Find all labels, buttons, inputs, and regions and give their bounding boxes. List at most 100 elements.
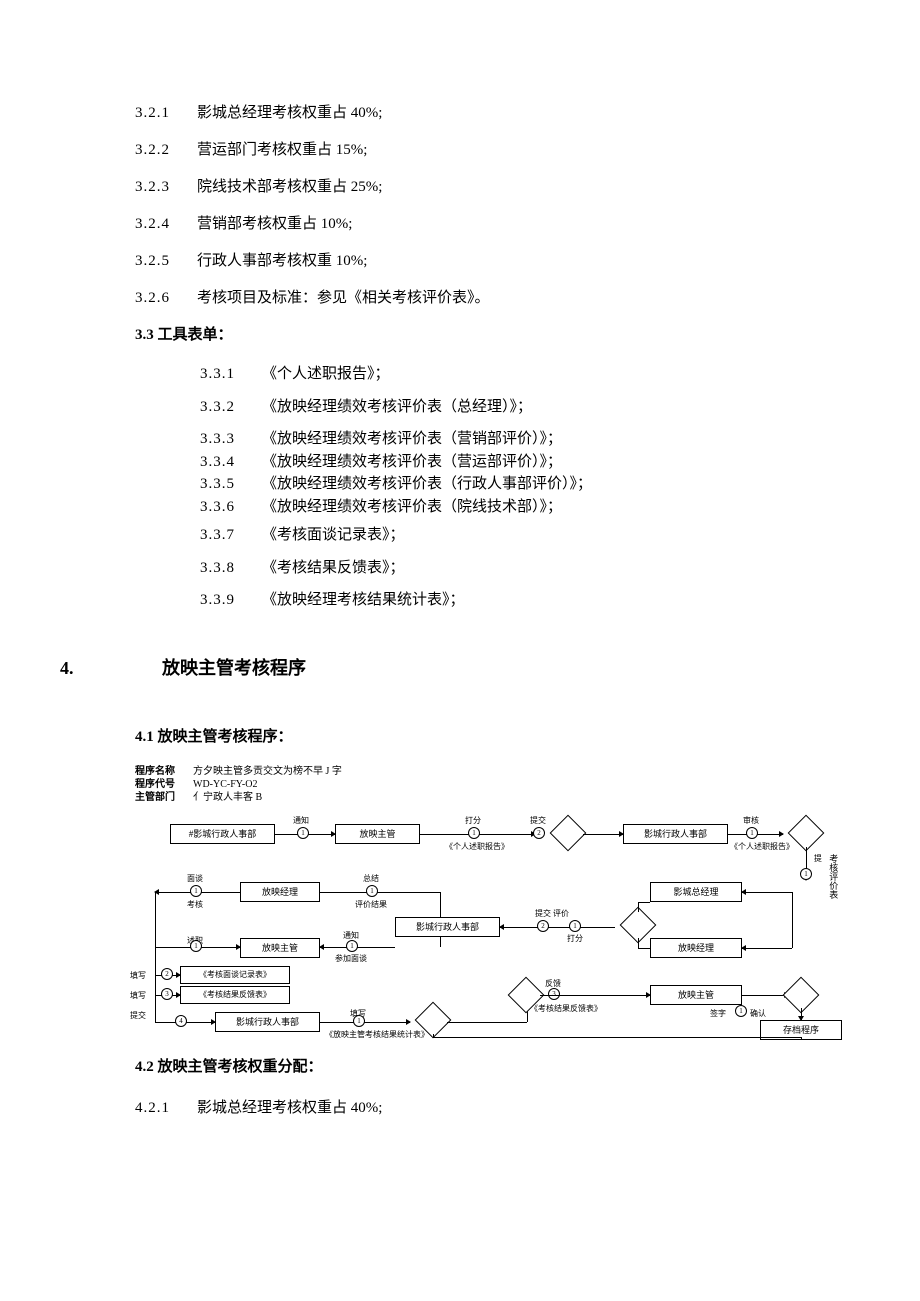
- item-text: 院线技术部考核权重占 25%;: [197, 174, 860, 201]
- fc-arrow: [742, 892, 792, 893]
- val-program-code: WD-YC-FY-O2: [193, 778, 342, 791]
- fc-circ-1g: 1: [569, 920, 581, 932]
- item-3-3-9: 3.3.9 《放映经理考核结果统计表》；: [60, 589, 860, 612]
- fc-box-r1b1: #影城行政人事部: [170, 824, 275, 844]
- fc-circ-2b: 2: [537, 920, 549, 932]
- fc-circ-1k: 1: [735, 1005, 747, 1017]
- item-text: 《考核面谈记录表》；: [262, 524, 860, 547]
- fc-line: [320, 892, 440, 893]
- item-3-3-3: 3.3.3 《放映经理绩效考核评价表（营销部评价）》；: [60, 428, 860, 451]
- flowchart-diagram: 程序名称 程序代号 主管部门 方夕映主管多贡交文为榜不早 J 字 WD-YC-F…: [135, 765, 855, 1042]
- item-num: 3.2.6: [135, 285, 197, 312]
- fc-label-tijv: 提: [810, 854, 824, 862]
- fc-arrow: [742, 948, 792, 949]
- section-title: 放映主管考核程序: [162, 652, 306, 684]
- item-3-2-5: 3.2.5 行政人事部考核权重 10%;: [60, 248, 860, 275]
- item-num: 3.2.2: [135, 137, 197, 164]
- fc-box-r2b1: 放映经理: [240, 882, 320, 902]
- item-3-3-5: 3.3.5 《放映经理绩效考核评价表（行政人事部评价）》；: [60, 473, 860, 496]
- item-num: 3.2.5: [135, 248, 197, 275]
- val-program-name: 方夕映主管多贡交文为榜不早 J 字: [193, 765, 342, 778]
- fc-arrow: [540, 995, 650, 996]
- item-3-2-6: 3.2.6 考核项目及标准：参见《相关考核评价表》。: [60, 285, 860, 312]
- item-num: 3.3.4: [200, 451, 262, 474]
- fc-label-pjb: 考核评价表: [825, 854, 841, 899]
- item-text: 考核项目及标准：参见《相关考核评价表》。: [197, 285, 860, 312]
- fc-label-pingjia: 评价结果: [355, 898, 387, 912]
- section-4-header: 4. 放映主管考核程序: [60, 652, 860, 684]
- section-3-3-items: 3.3.1 《个人述职报告》； 3.3.2 《放映经理绩效考核评价表（总经理）》…: [60, 363, 860, 612]
- item-num: 3.3.2: [200, 396, 262, 419]
- fc-circ-2: 2: [533, 827, 545, 839]
- item-3-2-4: 3.2.4 营销部考核权重占 10%;: [60, 211, 860, 238]
- fc-label-jieguotongji: 《放映主管考核结果统计表》: [325, 1028, 429, 1042]
- item-3-3-7: 3.3.7 《考核面谈记录表》；: [60, 524, 860, 547]
- fc-label-dafen2: 打分: [567, 932, 583, 946]
- fc-line: [638, 938, 639, 948]
- item-text: 《放映经理绩效考核评价表（行政人事部评价）》；: [262, 473, 860, 495]
- fc-arrow: [742, 995, 788, 996]
- fc-line: [638, 948, 650, 949]
- fc-arrow: [583, 834, 623, 835]
- fc-arrow: [500, 927, 615, 928]
- fc-line: [792, 892, 793, 948]
- fc-circ-1i: 1: [346, 940, 358, 952]
- fc-box-jieguofankui: 《考核结果反馈表》: [180, 986, 290, 1004]
- val-dept: 亻宁政人丰客 B: [193, 791, 342, 804]
- fc-box-r2b3: 影城总经理: [650, 882, 742, 902]
- fc-label-tianxie1: 填写: [130, 969, 146, 983]
- section-3-3-title: 3.3 工具表单：: [60, 322, 860, 349]
- fc-box-r5b2: 放映主管: [650, 985, 742, 1005]
- fc-line: [801, 1037, 802, 1040]
- item-text: 《放映经理绩效考核评价表（院线技术部）》；: [262, 496, 860, 518]
- fc-label-kaohe: 考核: [187, 898, 203, 912]
- item-3-3-4: 3.3.4 《放映经理绩效考核评价表（营运部评价）》；: [60, 451, 860, 474]
- item-text: 《放映经理绩效考核评价表（营销部评价）》；: [262, 428, 860, 450]
- flowchart-body: #影城行政人事部 通知 1 放映主管 打分 1 提交 2 《个人述职报告》 影城…: [135, 812, 855, 1042]
- item-num: 3.3.6: [200, 496, 262, 519]
- diagram-header: 程序名称 程序代号 主管部门 方夕映主管多贡交文为榜不早 J 字 WD-YC-F…: [135, 765, 855, 804]
- fc-line: [433, 1034, 434, 1037]
- fc-circ-1h: 1: [190, 940, 202, 952]
- fc-label-tianxie2: 填写: [130, 989, 146, 1003]
- section-4-2-title: 4.2 放映主管考核权重分配：: [60, 1054, 860, 1081]
- fc-box-r3b2: 放映经理: [650, 938, 742, 958]
- fc-box-r5b1: 影城行政人事部: [215, 1012, 320, 1032]
- fc-line: [440, 937, 441, 947]
- fc-label-gerenbaogao: 《个人述职报告》: [445, 840, 509, 854]
- fc-box-r4b1: 放映主管: [240, 938, 320, 958]
- fc-circ-1d: 1: [800, 868, 812, 880]
- fc-circ-3: 3: [161, 988, 173, 1000]
- diagram-header-values: 方夕映主管多贡交文为榜不早 J 字 WD-YC-FY-O2 亻宁政人丰客 B: [193, 765, 342, 804]
- item-text: 影城总经理考核权重占 40%;: [197, 1095, 860, 1122]
- label-dept: 主管部门: [135, 791, 175, 804]
- fc-diamond-1: [550, 815, 587, 852]
- item-num: 3.3.3: [200, 428, 262, 451]
- fc-line: [638, 902, 650, 903]
- item-text: 《考核结果反馈表》；: [262, 557, 860, 580]
- item-num: 3.2.3: [135, 174, 197, 201]
- fc-line: [440, 892, 441, 917]
- item-num: 3.2.1: [135, 100, 197, 127]
- item-3-2-3: 3.2.3 院线技术部考核权重占 25%;: [60, 174, 860, 201]
- fc-circ-1j: 1: [353, 1015, 365, 1027]
- item-num: 3.3.8: [200, 557, 262, 580]
- fc-circ-1b: 1: [468, 827, 480, 839]
- fc-circ-1e: 1: [190, 885, 202, 897]
- fc-box-r1b2: 放映主管: [335, 824, 420, 844]
- item-num: 3.2.4: [135, 211, 197, 238]
- item-num: 3.3.7: [200, 524, 262, 547]
- fc-circ-1: 1: [297, 827, 309, 839]
- item-num: 3.3.1: [200, 363, 262, 386]
- fc-label-gerenbaogao2: 《个人述职报告》: [730, 840, 794, 854]
- item-text: 营运部门考核权重占 15%;: [197, 137, 860, 164]
- fc-line: [638, 902, 639, 912]
- item-3-3-6: 3.3.6 《放映经理绩效考核评价表（院线技术部）》；: [60, 496, 860, 519]
- fc-label-jieguofankui2: 《考核结果反馈表》: [530, 1002, 602, 1016]
- fc-label-tijiaopj: 提交 评价: [535, 907, 569, 921]
- fc-line: [447, 1022, 527, 1023]
- diagram-header-labels: 程序名称 程序代号 主管部门: [135, 765, 175, 804]
- item-3-2-2: 3.2.2 营运部门考核权重占 15%;: [60, 137, 860, 164]
- section-4-1-title: 4.1 放映主管考核程序：: [60, 724, 860, 751]
- fc-line: [433, 1037, 801, 1038]
